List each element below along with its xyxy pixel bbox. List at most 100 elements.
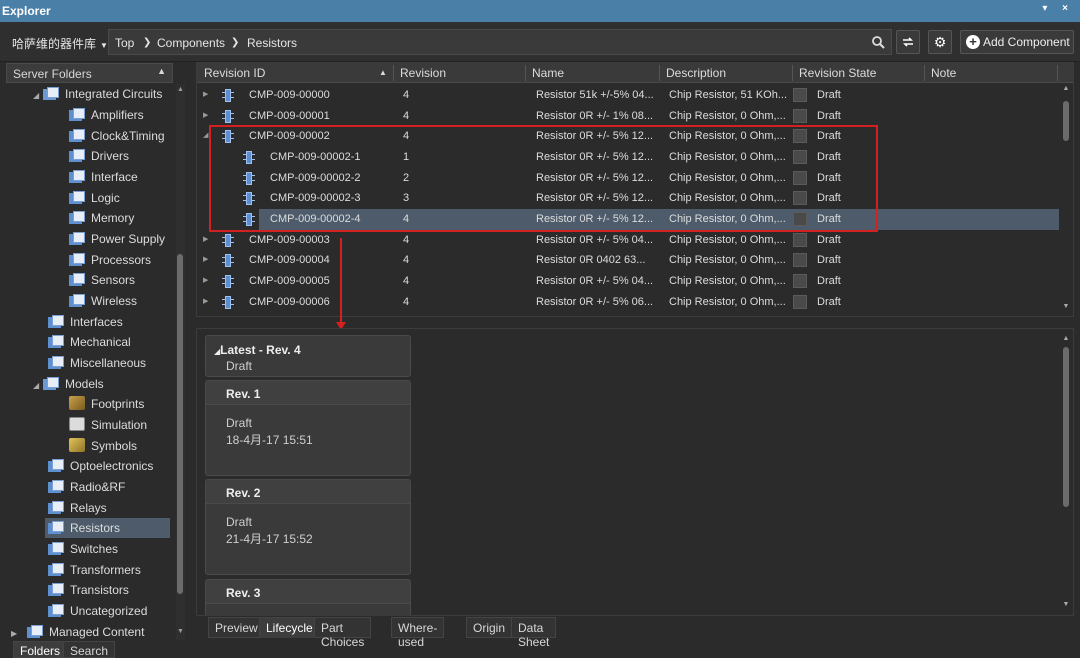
breadcrumb-top[interactable]: Top bbox=[115, 36, 134, 50]
table-row-selected[interactable]: CMP-009-00002-4 4 Resistor 0R +/- 5% 12.… bbox=[243, 209, 1059, 230]
column-description[interactable]: Description bbox=[666, 66, 726, 80]
table-row[interactable]: ▶ CMP-009-00006 4 Resistor 0R +/- 5% 06.… bbox=[197, 292, 1059, 313]
folder-amplifiers[interactable]: Amplifiers bbox=[69, 105, 144, 125]
expand-icon[interactable]: ◢ bbox=[33, 376, 43, 396]
scroll-thumb[interactable] bbox=[177, 254, 183, 594]
expand-icon[interactable]: ▶ bbox=[203, 235, 208, 243]
collapse-icon[interactable]: ▲ bbox=[157, 66, 166, 76]
state-checkbox[interactable] bbox=[793, 212, 807, 226]
scroll-up-icon[interactable]: ▲ bbox=[176, 86, 185, 93]
folder-integrated-circuits[interactable]: ◢ Integrated Circuits bbox=[33, 84, 173, 104]
tab-part-choices[interactable]: Part Choices bbox=[314, 617, 372, 649]
folder-uncategorized[interactable]: Uncategorized bbox=[48, 601, 147, 621]
folder-sensors[interactable]: Sensors bbox=[69, 270, 135, 290]
table-row[interactable]: ▶ CMP-009-00004 4 Resistor 0R 0402 63...… bbox=[197, 250, 1059, 271]
column-revision[interactable]: Revision bbox=[400, 66, 446, 80]
server-folders-header[interactable]: Server Folders ▲ bbox=[6, 63, 173, 83]
window-controls[interactable]: ▾ × bbox=[1042, 3, 1074, 14]
table-row[interactable]: ▶ CMP-009-00001 4 Resistor 0R +/- 1% 08.… bbox=[197, 106, 1059, 127]
state-checkbox[interactable] bbox=[793, 191, 807, 205]
expand-icon[interactable]: ▶ bbox=[203, 297, 208, 305]
folder-relays[interactable]: Relays bbox=[48, 498, 107, 518]
left-scrollbar[interactable]: ▲ ▼ bbox=[176, 84, 185, 640]
expand-icon[interactable]: ▶ bbox=[203, 111, 208, 119]
folder-interface[interactable]: Interface bbox=[69, 167, 138, 187]
folder-switches[interactable]: Switches bbox=[48, 539, 118, 559]
tab-preview[interactable]: Preview bbox=[208, 617, 265, 638]
expand-icon[interactable]: ▶ bbox=[203, 276, 208, 284]
scroll-down-icon[interactable]: ▼ bbox=[1061, 303, 1071, 310]
expand-icon[interactable]: ▶ bbox=[203, 255, 208, 263]
add-component-button[interactable]: + Add Component bbox=[960, 30, 1074, 54]
state-checkbox[interactable] bbox=[793, 88, 807, 102]
state-checkbox[interactable] bbox=[793, 150, 807, 164]
search-icon[interactable] bbox=[871, 35, 885, 49]
lifecycle-scrollbar[interactable]: ▲ ▼ bbox=[1061, 333, 1071, 613]
settings-button[interactable]: ⚙ bbox=[928, 30, 952, 54]
folder-wireless[interactable]: Wireless bbox=[69, 291, 137, 311]
folder-miscellaneous[interactable]: Miscellaneous bbox=[48, 353, 146, 373]
lifecycle-rev-card[interactable]: Rev. 1 Draft 18-4月-17 15:51 bbox=[205, 380, 411, 476]
state-checkbox[interactable] bbox=[793, 253, 807, 267]
breadcrumb-components[interactable]: Components bbox=[157, 36, 225, 50]
folder-radio-rf[interactable]: Radio&RF bbox=[48, 477, 125, 497]
lifecycle-latest-card[interactable]: ◢Latest - Rev. 4 Draft bbox=[205, 335, 411, 377]
table-row[interactable]: ▶ CMP-009-00000 4 Resistor 51k +/-5% 04.… bbox=[197, 85, 1059, 106]
lifecycle-rev-card[interactable]: Rev. 2 Draft 21-4月-17 15:52 bbox=[205, 479, 411, 575]
table-row[interactable]: ◢ CMP-009-00002 4 Resistor 0R +/- 5% 12.… bbox=[197, 126, 1059, 147]
lifecycle-rev-card[interactable]: Rev. 3 bbox=[205, 579, 411, 615]
tab-where-used[interactable]: Where-used bbox=[391, 617, 445, 649]
table-row[interactable]: CMP-009-00002-1 1 Resistor 0R +/- 5% 12.… bbox=[197, 147, 1059, 168]
state-checkbox[interactable] bbox=[793, 274, 807, 288]
table-row[interactable]: ▶ CMP-009-00003 4 Resistor 0R +/- 5% 04.… bbox=[197, 230, 1059, 251]
folder-clock-timing[interactable]: Clock&Timing bbox=[69, 126, 165, 146]
folder-transistors[interactable]: Transistors bbox=[48, 580, 129, 600]
folder-logic[interactable]: Logic bbox=[69, 188, 120, 208]
tab-data-sheet[interactable]: Data Sheet bbox=[511, 617, 557, 649]
folder-memory[interactable]: Memory bbox=[69, 208, 134, 228]
folder-symbols[interactable]: Symbols bbox=[69, 436, 137, 456]
grid-scrollbar[interactable]: ▲ ▼ bbox=[1061, 83, 1071, 315]
folder-transformers[interactable]: Transformers bbox=[48, 560, 141, 580]
tab-folders[interactable]: Folders bbox=[13, 641, 68, 658]
tab-search[interactable]: Search bbox=[63, 641, 116, 658]
state-checkbox[interactable] bbox=[793, 109, 807, 123]
scroll-up-icon[interactable]: ▲ bbox=[1061, 85, 1071, 92]
scroll-down-icon[interactable]: ▼ bbox=[176, 628, 185, 635]
folder-simulation[interactable]: Simulation bbox=[69, 415, 147, 435]
tab-origin[interactable]: Origin bbox=[466, 617, 513, 638]
column-note[interactable]: Note bbox=[931, 66, 956, 80]
folder-power-supply[interactable]: Power Supply bbox=[69, 229, 165, 249]
table-row[interactable]: ▶ CMP-009-00005 4 Resistor 0R +/- 5% 04.… bbox=[197, 271, 1059, 292]
scroll-down-icon[interactable]: ▼ bbox=[1061, 601, 1071, 608]
folder-processors[interactable]: Processors bbox=[69, 250, 151, 270]
refresh-button[interactable] bbox=[896, 30, 920, 54]
folder-interfaces[interactable]: Interfaces bbox=[48, 312, 123, 332]
vault-selector[interactable]: 哈萨维的器件库 ▼ bbox=[12, 35, 108, 52]
scroll-up-icon[interactable]: ▲ bbox=[1061, 335, 1071, 342]
revision: 2 bbox=[403, 172, 410, 184]
folder-footprints[interactable]: Footprints bbox=[69, 394, 144, 414]
expand-icon[interactable]: ◢ bbox=[33, 86, 43, 106]
table-row[interactable]: CMP-009-00002-2 2 Resistor 0R +/- 5% 12.… bbox=[197, 168, 1059, 189]
column-revision-id[interactable]: Revision ID bbox=[204, 66, 265, 80]
breadcrumb-resistors[interactable]: Resistors bbox=[247, 36, 297, 50]
column-revision-state[interactable]: Revision State bbox=[799, 66, 876, 80]
column-name[interactable]: Name bbox=[532, 66, 564, 80]
folder-resistors[interactable]: Resistors bbox=[45, 518, 170, 538]
scroll-thumb[interactable] bbox=[1063, 347, 1069, 507]
state-checkbox[interactable] bbox=[793, 171, 807, 185]
folder-drivers[interactable]: Drivers bbox=[69, 146, 129, 166]
state-checkbox[interactable] bbox=[793, 295, 807, 309]
state-checkbox[interactable] bbox=[793, 233, 807, 247]
folder-models[interactable]: ◢ Models bbox=[33, 374, 104, 394]
folder-managed-content[interactable]: ▶ Managed Content bbox=[11, 622, 144, 642]
expand-icon[interactable]: ▶ bbox=[203, 90, 208, 98]
scroll-thumb[interactable] bbox=[1063, 101, 1069, 141]
folder-optoelectronics[interactable]: Optoelectronics bbox=[48, 456, 153, 476]
collapse-icon[interactable]: ◢ bbox=[203, 131, 208, 139]
state-checkbox[interactable] bbox=[793, 129, 807, 143]
table-row[interactable]: CMP-009-00002-3 3 Resistor 0R +/- 5% 12.… bbox=[197, 188, 1059, 209]
tab-lifecycle[interactable]: Lifecycle bbox=[259, 617, 320, 638]
folder-mechanical[interactable]: Mechanical bbox=[48, 332, 131, 352]
